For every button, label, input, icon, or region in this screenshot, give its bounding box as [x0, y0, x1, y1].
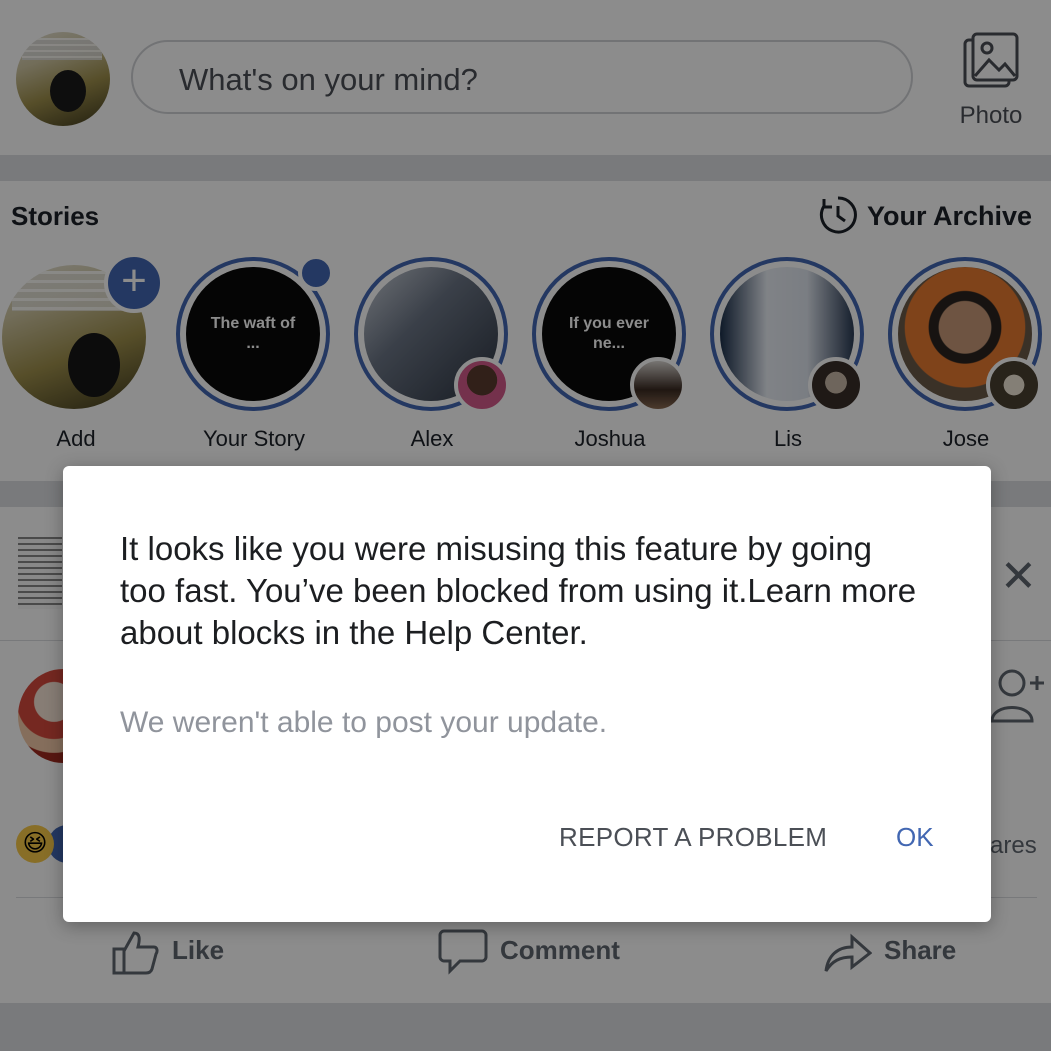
dialog-message: It looks like you were misusing this fea…: [120, 530, 917, 651]
ok-button[interactable]: OK: [896, 822, 934, 853]
dialog-detail: We weren't able to post your update.: [120, 706, 608, 739]
blocked-dialog: It looks like you were misusing this fea…: [63, 466, 991, 922]
report-problem-button[interactable]: REPORT A PROBLEM: [559, 822, 827, 853]
